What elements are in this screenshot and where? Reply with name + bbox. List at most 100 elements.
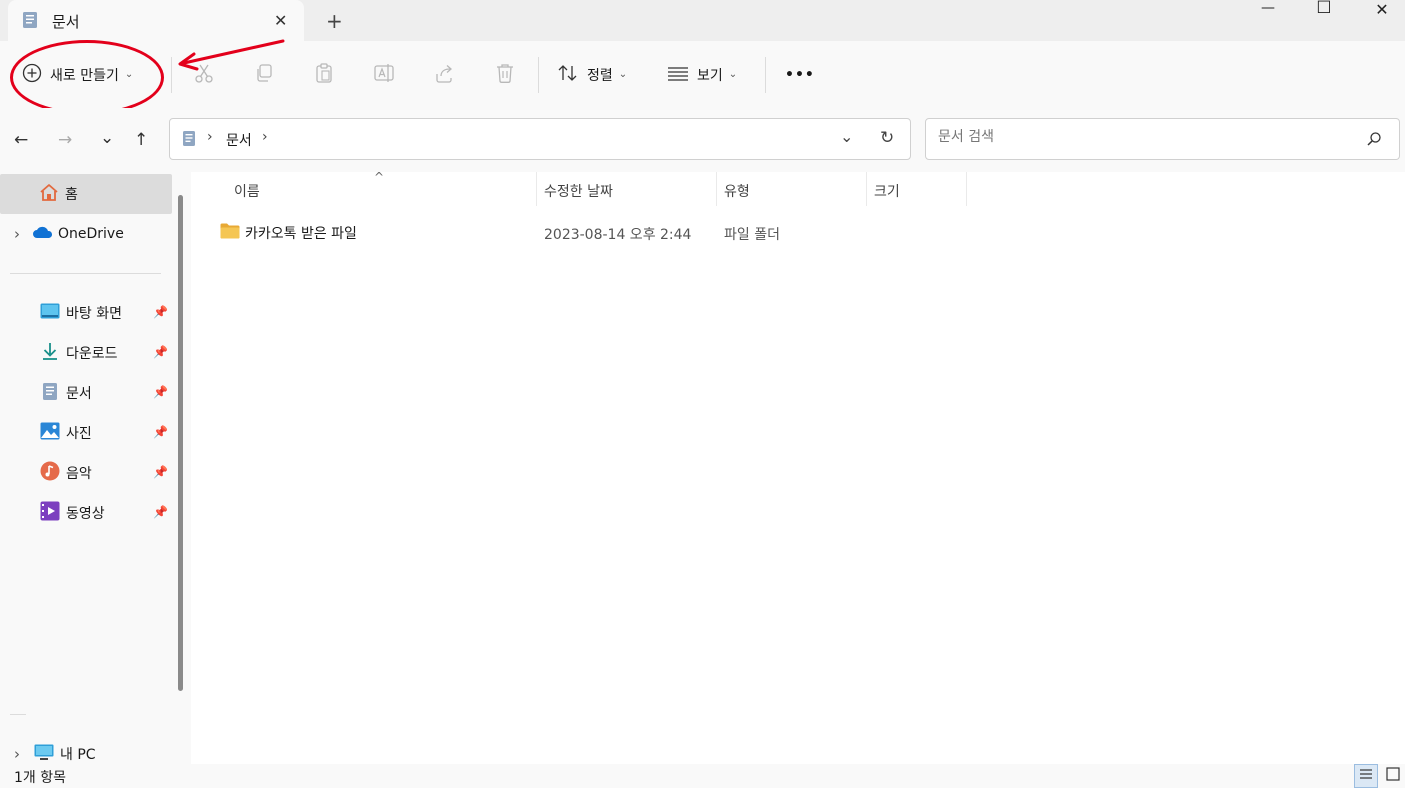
recent-locations-button[interactable]: ⌄ (100, 128, 114, 148)
chevron-down-icon: ⌄ (728, 69, 738, 80)
back-button[interactable]: ← (14, 130, 28, 150)
sidebar-item-music[interactable]: 음악 📌 (0, 453, 172, 493)
item-count: 1개 항목 (14, 770, 66, 786)
column-header-modified[interactable]: 수정한 날짜 (544, 181, 613, 201)
paste-button[interactable] (313, 41, 335, 108)
table-row[interactable]: 카카오톡 받은 파일 2023-08-14 오후 2:44 파일 폴더 (212, 216, 972, 248)
sidebar-item-pictures[interactable]: 사진 📌 (0, 413, 172, 453)
navigation-pane: 홈 › OneDrive 바탕 화면 📌 다운로드 📌 문서 📌 사진 📌 음악… (0, 172, 191, 764)
search-input[interactable] (936, 128, 1360, 146)
scissors-icon (193, 62, 215, 88)
sidebar-item-downloads[interactable]: 다운로드 📌 (0, 333, 172, 373)
file-name: 카카오톡 받은 파일 (245, 226, 357, 242)
trash-icon (494, 62, 516, 88)
view-button[interactable]: 보기 ⌄ (667, 41, 737, 108)
sidebar-item-label: 사진 (66, 426, 92, 442)
sidebar-item-label: 문서 (66, 386, 92, 402)
pin-icon[interactable]: 📌 (153, 305, 168, 319)
breadcrumb-separator[interactable]: › (207, 129, 213, 145)
download-icon (40, 341, 60, 365)
command-bar: 새로 만들기 ⌄ 정렬 ⌄ 보기 ⌄ ••• (0, 41, 1405, 109)
pin-icon[interactable]: 📌 (153, 345, 168, 359)
column-header-type[interactable]: 유형 (724, 181, 750, 201)
clipboard-icon (313, 62, 335, 88)
file-type: 파일 폴더 (724, 227, 780, 243)
music-icon (40, 461, 60, 485)
tab-close-icon[interactable]: ✕ (274, 11, 287, 30)
pin-icon[interactable]: 📌 (153, 465, 168, 479)
videos-icon (40, 501, 60, 525)
new-tab-button[interactable]: + (326, 9, 343, 33)
copy-button[interactable] (253, 41, 275, 108)
documents-icon (22, 11, 38, 33)
expand-icon[interactable]: › (14, 225, 20, 243)
sidebar-item-label: OneDrive (58, 226, 124, 242)
breadcrumb-documents[interactable]: 문서 (226, 130, 252, 150)
column-divider[interactable] (966, 172, 967, 206)
pin-icon[interactable]: 📌 (153, 425, 168, 439)
column-divider[interactable] (866, 172, 867, 206)
toolbar-divider (538, 57, 539, 93)
rename-button[interactable] (373, 41, 395, 108)
pin-icon[interactable]: 📌 (153, 505, 168, 519)
expand-icon[interactable]: › (14, 745, 20, 763)
sidebar-scrollbar[interactable] (178, 195, 183, 691)
status-bar: 1개 항목 (0, 764, 1405, 788)
details-view-icon (1359, 768, 1373, 784)
new-button[interactable]: 새로 만들기 ⌄ (22, 41, 133, 108)
sidebar-item-videos[interactable]: 동영상 📌 (0, 493, 172, 533)
column-header-size[interactable]: 크기 (874, 181, 900, 201)
search-icon[interactable] (1366, 131, 1382, 151)
sort-indicator-icon: ^ (374, 170, 385, 184)
tiles-view-icon (1386, 767, 1400, 785)
sort-label: 정렬 (587, 67, 613, 84)
cloud-icon (32, 225, 54, 243)
sidebar-item-desktop[interactable]: 바탕 화면 📌 (0, 293, 172, 333)
breadcrumb-separator[interactable]: › (262, 129, 268, 145)
minimize-button[interactable]: — (1245, 0, 1291, 22)
address-dropdown-icon[interactable]: ⌄ (840, 127, 853, 146)
plus-circle-icon (22, 63, 42, 87)
chevron-down-icon: ⌄ (618, 69, 628, 80)
copy-icon (253, 62, 275, 88)
sidebar-divider (10, 273, 161, 274)
maximize-button[interactable]: ☐ (1301, 0, 1347, 20)
maximize-icon: ☐ (1316, 0, 1332, 18)
minimize-icon: — (1261, 0, 1275, 16)
tiles-view-button[interactable] (1381, 764, 1405, 788)
sidebar-item-home[interactable]: 홈 (0, 174, 172, 214)
pin-icon[interactable]: 📌 (153, 385, 168, 399)
refresh-icon[interactable]: ↻ (880, 128, 894, 148)
file-modified: 2023-08-14 오후 2:44 (544, 227, 692, 243)
tab-title: 문서 (52, 13, 80, 31)
toolbar-divider (171, 57, 172, 93)
file-list (191, 172, 1405, 764)
delete-button[interactable] (494, 41, 516, 108)
share-button[interactable] (433, 41, 455, 108)
sidebar-item-onedrive[interactable]: › OneDrive (0, 214, 172, 254)
sort-button[interactable]: 정렬 ⌄ (557, 41, 627, 108)
column-header-name[interactable]: 이름 (234, 181, 260, 201)
sidebar-item-label: 바탕 화면 (66, 306, 122, 322)
column-divider[interactable] (716, 172, 717, 206)
address-bar[interactable]: › 문서 › ⌄ ↻ (169, 118, 911, 160)
close-button[interactable]: ✕ (1359, 0, 1405, 22)
forward-button[interactable]: → (58, 130, 72, 150)
details-view-button[interactable] (1354, 764, 1378, 788)
more-options-button[interactable]: ••• (785, 41, 815, 108)
search-box[interactable] (925, 118, 1400, 160)
up-button[interactable]: ↑ (134, 130, 148, 150)
column-divider[interactable] (536, 172, 537, 206)
tab-documents[interactable]: 문서 ✕ (8, 0, 304, 41)
close-icon: ✕ (1375, 0, 1389, 19)
cut-button[interactable] (193, 41, 215, 108)
new-button-label: 새로 만들기 (50, 67, 119, 84)
sidebar-item-documents[interactable]: 문서 📌 (0, 373, 172, 413)
desktop-icon (40, 303, 60, 323)
computer-icon (34, 744, 54, 765)
rename-icon (373, 62, 395, 88)
home-icon (39, 183, 59, 206)
sidebar-item-label: 음악 (66, 466, 92, 482)
more-icon: ••• (785, 66, 815, 83)
pictures-icon (40, 422, 60, 444)
